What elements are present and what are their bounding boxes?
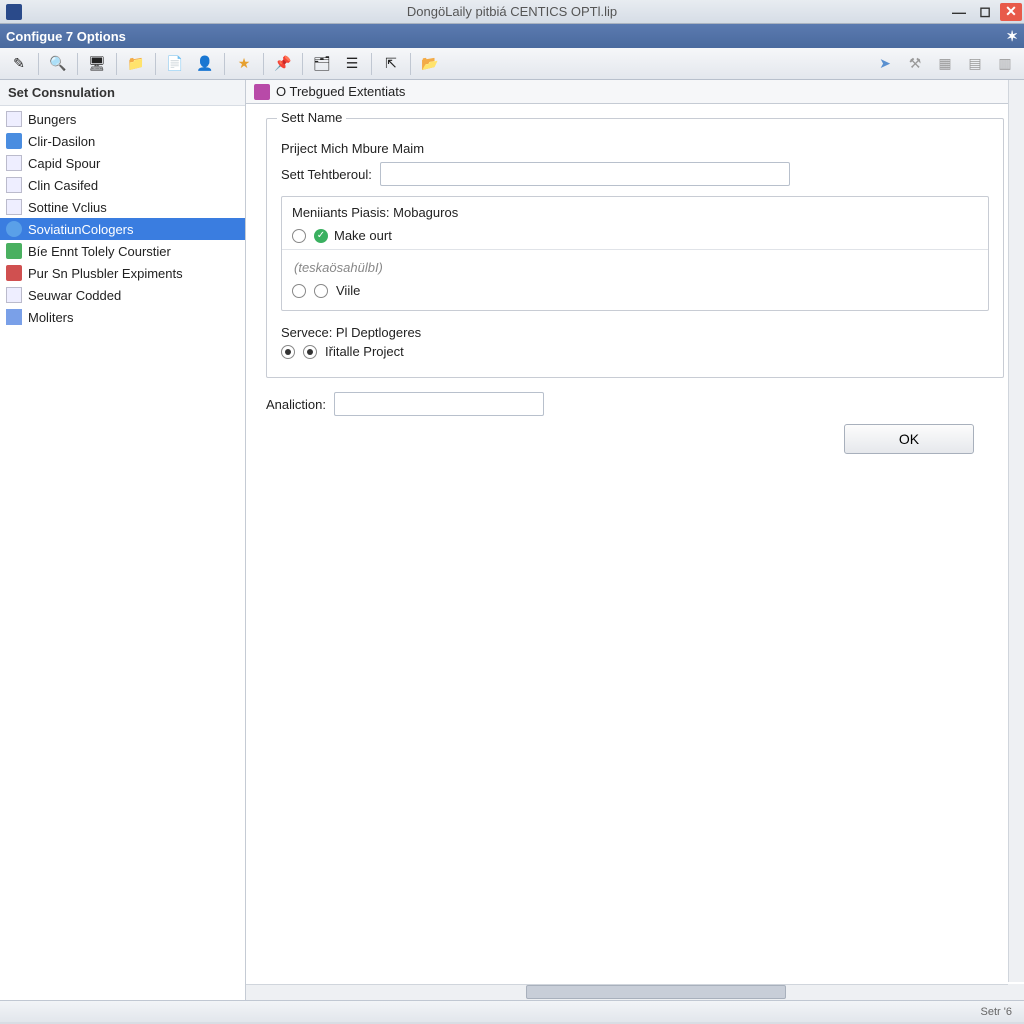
maximize-button[interactable]: ◻ [974, 3, 996, 21]
group-legend: Sett Name [277, 110, 346, 125]
radio-icon [292, 229, 306, 243]
tree-item-label: Bungers [28, 112, 76, 127]
tree-item-label: Moliters [28, 310, 74, 325]
tree: Bungers Clir-Dasilon Capid Spour Clin Casif… [0, 106, 245, 330]
tree-item-label: Bíe Ennt Tolely Courstier [28, 244, 171, 259]
grid3-icon[interactable]: ▥ [993, 52, 1017, 76]
db-icon [6, 221, 22, 237]
project-label: Priject Mich Mbure Maim [281, 141, 424, 156]
minimize-button[interactable]: — [948, 3, 970, 21]
tab-title: O Trebgued Extentiats [276, 84, 405, 99]
subgroup-legend: Meniiants Piasis: Mobaguros [292, 205, 978, 220]
tree-item[interactable]: Capid Spour [0, 152, 245, 174]
opt2-label: Viile [336, 283, 360, 298]
toolbar: ✎ 🔍 🖥 📁 📄 👤 ★ 📌 🗂 ☰ ⇱ 📂 ➤ ⚒ ▦ ▤ ▥ [0, 48, 1024, 80]
opt1-label: Make ourt [334, 228, 392, 243]
analiction-label: Analiction: [266, 397, 326, 412]
wiz-icon [6, 309, 22, 325]
radio-checked-icon [281, 345, 295, 359]
page-icon [6, 155, 22, 171]
service-opt-row[interactable]: Iřitalle Project [281, 340, 989, 363]
monitor-icon[interactable]: 🖥 [85, 52, 109, 76]
page-icon [6, 199, 22, 215]
radio-icon [292, 284, 306, 298]
tool-icon[interactable]: ⚒ [903, 52, 927, 76]
tree-item[interactable]: Seuwar Codded [0, 284, 245, 306]
tree-item[interactable]: Bungers [0, 108, 245, 130]
status-right: Setr '6 [981, 1006, 1024, 1018]
titlebar: DongöLaily pitbiá CENTICS OPTl.lip — ◻ ✕ [0, 0, 1024, 24]
blue-icon [6, 133, 22, 149]
folder-icon[interactable]: 📁 [124, 52, 148, 76]
app-icon-tb[interactable]: 🗂 [310, 52, 334, 76]
list-icon[interactable]: ☰ [340, 52, 364, 76]
opt-viile[interactable]: Viile [292, 279, 978, 302]
tree-item[interactable]: Clin Casifed [0, 174, 245, 196]
star-icon[interactable]: ★ [232, 52, 256, 76]
tree-item-label: Seuwar Codded [28, 288, 121, 303]
tab-icon [254, 84, 270, 100]
tree-item-label: SoviatiunCologers [28, 222, 134, 237]
tree-item-label: Pur Sn Plusbler Expiments [28, 266, 183, 281]
tree-item[interactable]: Bíe Ennt Tolely Courstier [0, 240, 245, 262]
close-button[interactable]: ✕ [1000, 3, 1022, 21]
pin-icon[interactable]: 📌 [271, 52, 295, 76]
app-icon [6, 4, 22, 20]
tree-item[interactable]: Pur Sn Plusbler Expiments [0, 262, 245, 284]
sidebar: Set Consnulation Bungers Clir-Dasilon Capi… [0, 80, 246, 1000]
red-icon [6, 265, 22, 281]
field1-input[interactable] [380, 162, 790, 186]
radio-checked-icon-2 [303, 345, 317, 359]
ok-button[interactable]: OK [844, 424, 974, 454]
horizontal-scrollbar[interactable] [246, 984, 1008, 1000]
tree-item-label: Sottine Vclius [28, 200, 107, 215]
scroll-corner [1008, 984, 1024, 1000]
main-panel: O Trebgued Extentiats Sett Name Priject … [246, 80, 1024, 1000]
vertical-scrollbar[interactable] [1008, 80, 1024, 982]
settings-gear-icon[interactable]: ✶ [1006, 28, 1018, 45]
search-icon[interactable]: 🔍 [46, 52, 70, 76]
opt-make-ourt[interactable]: ✓ Make ourt [292, 224, 978, 247]
subgroup-meniiants: Meniiants Piasis: Mobaguros ✓ Make ourt … [281, 196, 989, 311]
tree-item-label: Capid Spour [28, 156, 100, 171]
page-icon [6, 111, 22, 127]
open-icon[interactable]: 📂 [418, 52, 442, 76]
tree-item[interactable]: Clir-Dasilon [0, 130, 245, 152]
radio-icon-2 [314, 284, 328, 298]
window-title: DongöLaily pitbiá CENTICS OPTl.lip [407, 4, 617, 19]
service-label: Servece: Pl Deptlogeres [281, 325, 989, 340]
doc-icon[interactable]: 📄 [163, 52, 187, 76]
group-sett-name: Sett Name Priject Mich Mbure Maim Sett T… [266, 118, 1004, 378]
page-icon [6, 177, 22, 193]
main-tab[interactable]: O Trebgued Extentiats [246, 80, 1024, 104]
tree-item[interactable]: Sottine Vclius [0, 196, 245, 218]
scrollbar-thumb[interactable] [526, 985, 786, 999]
green-icon [6, 243, 22, 259]
analiction-input[interactable] [334, 392, 544, 416]
subheader-title: Configue 7 Options [6, 29, 126, 44]
edit-icon[interactable]: ✎ [7, 52, 31, 76]
tree-item[interactable]: SoviatiunCologers [0, 218, 245, 240]
statusbar: Setr '6 [0, 1000, 1024, 1022]
export-icon[interactable]: ⇱ [379, 52, 403, 76]
tree-item-label: Clir-Dasilon [28, 134, 95, 149]
service-opt-label: Iřitalle Project [325, 344, 404, 359]
hint-text: (teskaösahülbI) [292, 256, 978, 279]
sidebar-header: Set Consnulation [0, 80, 245, 106]
page-icon [6, 287, 22, 303]
field1-label: Sett Tehtberoul: [281, 167, 372, 182]
subheader: Configue 7 Options ✶ [0, 24, 1024, 48]
user-red-icon[interactable]: 👤 [193, 52, 217, 76]
grid1-icon[interactable]: ▦ [933, 52, 957, 76]
tree-item[interactable]: Moliters [0, 306, 245, 328]
grid2-icon[interactable]: ▤ [963, 52, 987, 76]
tree-item-label: Clin Casifed [28, 178, 98, 193]
nav-icon[interactable]: ➤ [873, 52, 897, 76]
check-ok-icon: ✓ [314, 229, 328, 243]
